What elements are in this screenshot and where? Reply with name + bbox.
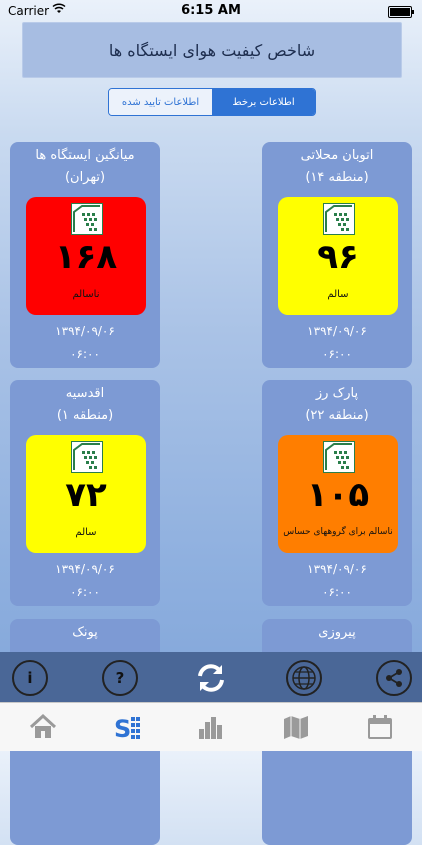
- station-card[interactable]: اقدسیه (منطقه ۱) ۷۲ سالم ۱۳۹۴/۰۹/۰۶ ۰۶:۰…: [10, 380, 160, 606]
- reading-date: ۱۳۹۴/۰۹/۰۶: [55, 324, 115, 338]
- reading-date: ۱۳۹۴/۰۹/۰۶: [307, 562, 367, 576]
- refresh-icon: [198, 664, 224, 692]
- aqi-value: ۹۶: [317, 237, 359, 277]
- info-button[interactable]: i: [12, 660, 48, 696]
- station-name: پونک: [72, 625, 98, 640]
- map-icon: [284, 716, 308, 739]
- share-icon: [386, 669, 402, 687]
- station-logo-icon: [71, 441, 103, 473]
- reading-time: ۰۶:۰۰: [70, 585, 100, 599]
- segment-live-data[interactable]: اطلاعات برخط: [212, 89, 315, 115]
- website-button[interactable]: [286, 660, 322, 696]
- globe-icon: [292, 666, 316, 690]
- reading-date: ۱۳۹۴/۰۹/۰۶: [307, 324, 367, 338]
- aqi-panel: ۹۶ سالم: [278, 197, 398, 315]
- tab-map[interactable]: [281, 712, 311, 742]
- station-region: (منطقه ۱): [56, 408, 114, 423]
- page-title-text: شاخص کیفیت هوای ایستگاه ها: [108, 40, 316, 60]
- tab-stations[interactable]: S: [112, 712, 142, 743]
- data-source-segment: اطلاعات تایید شده اطلاعات برخط: [108, 88, 316, 116]
- aqi-status: سالم: [75, 527, 97, 538]
- info-icon: i: [27, 669, 33, 687]
- station-region: (تهران): [64, 170, 106, 185]
- tab-calendar[interactable]: [365, 712, 395, 742]
- aqi-status: ناسالم برای گروههای حساس: [283, 527, 393, 537]
- stations-icon: S: [114, 715, 140, 743]
- status-time: 6:15 AM: [181, 3, 241, 18]
- tab-charts[interactable]: [196, 712, 226, 742]
- station-card[interactable]: پارک رز (منطقه ۲۲) ۱۰۵ ناسالم برای گروهه…: [262, 380, 412, 606]
- station-card[interactable]: میانگین ایستگاه ها (تهران) ۱۶۸ ناسالم ۱۳…: [10, 142, 160, 368]
- station-card[interactable]: اتوبان محلاتی (منطقه ۱۴) ۹۶ سالم ۱۳۹۴/۰۹…: [262, 142, 412, 368]
- calendar-icon: [368, 715, 392, 739]
- aqi-value: ۷۲: [65, 475, 107, 515]
- station-name: میانگین ایستگاه ها: [35, 148, 135, 163]
- reading-time: ۰۶:۰۰: [322, 585, 352, 599]
- share-button[interactable]: [376, 660, 412, 696]
- svg-text:S: S: [114, 715, 131, 742]
- station-name: اتوبان محلاتی: [300, 148, 374, 163]
- help-icon: ?: [115, 669, 125, 687]
- home-icon: [29, 713, 57, 738]
- help-button[interactable]: ?: [102, 660, 138, 696]
- tab-bar: S: [0, 702, 422, 751]
- aqi-panel: ۱۶۸ ناسالم: [26, 197, 146, 315]
- segment-confirmed-data[interactable]: اطلاعات تایید شده: [109, 89, 212, 115]
- chart-icon: [199, 717, 222, 739]
- aqi-value: ۱۶۸: [54, 237, 118, 277]
- reading-date: ۱۳۹۴/۰۹/۰۶: [55, 562, 115, 576]
- aqi-panel: ۱۰۵ ناسالم برای گروههای حساس: [278, 435, 398, 553]
- page-title: شاخص کیفیت هوای ایستگاه ها: [22, 22, 402, 78]
- aqi-status: سالم: [327, 289, 349, 300]
- battery-icon: [388, 6, 414, 18]
- station-name: پارک رز: [315, 386, 359, 401]
- reading-time: ۰۶:۰۰: [70, 347, 100, 361]
- action-toolbar: i ?: [0, 652, 422, 702]
- station-logo-icon: [323, 441, 355, 473]
- refresh-button[interactable]: [193, 660, 229, 696]
- station-logo-icon: [323, 203, 355, 235]
- station-logo-icon: [71, 203, 103, 235]
- status-bar: Carrier 6:15 AM: [0, 0, 422, 22]
- tab-home[interactable]: [28, 712, 58, 742]
- aqi-status: ناسالم: [72, 289, 100, 300]
- station-name: پیروزی: [318, 625, 356, 640]
- reading-time: ۰۶:۰۰: [322, 347, 352, 361]
- station-region: (منطقه ۱۴): [305, 170, 369, 185]
- station-region: (منطقه ۲۲): [305, 408, 369, 423]
- aqi-value: ۱۰۵: [306, 475, 370, 515]
- aqi-panel: ۷۲ سالم: [26, 435, 146, 553]
- station-name: اقدسیه: [65, 386, 105, 401]
